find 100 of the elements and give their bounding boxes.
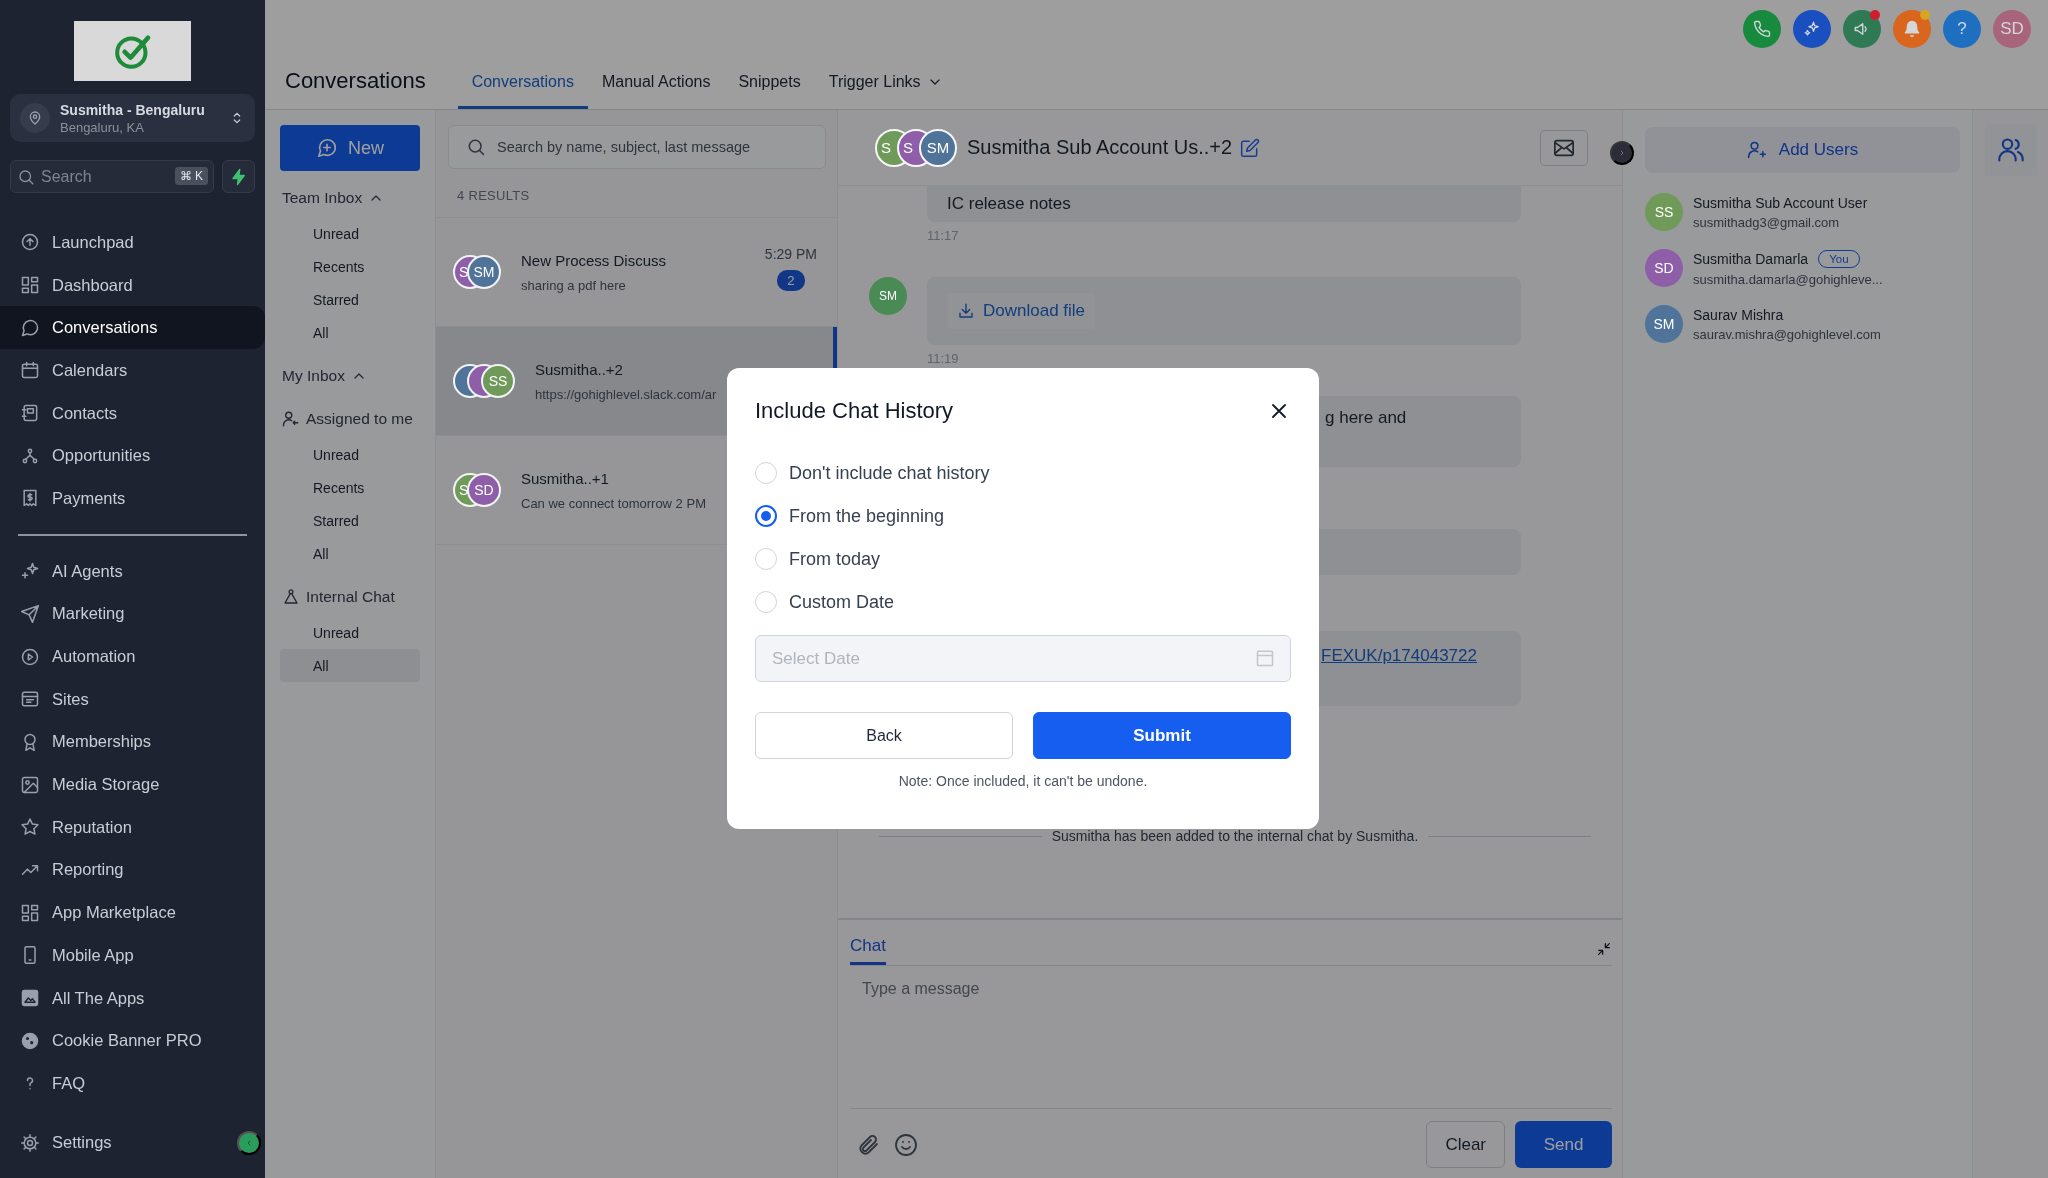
avatar: SS [481, 364, 515, 398]
grid-icon [20, 275, 40, 296]
clear-button[interactable]: Clear [1426, 1121, 1505, 1168]
image-icon [20, 774, 40, 795]
nav-item[interactable]: FAQ [0, 1062, 265, 1105]
send-button[interactable]: Send [1515, 1121, 1612, 1168]
phone-icon [1753, 20, 1771, 38]
nav-item[interactable]: Settings [0, 1121, 225, 1164]
inbox-filter[interactable]: All [280, 649, 420, 682]
nav-item[interactable]: Launchpad [0, 221, 265, 264]
shrink-arrows-icon [1596, 941, 1612, 957]
send-icon [20, 603, 40, 624]
users-icon [1996, 136, 2025, 164]
message-input[interactable]: Type a message [850, 966, 1612, 1109]
unread-count: 2 [777, 270, 805, 291]
nav-item[interactable]: All The Apps [0, 976, 265, 1020]
dialog-note: Note: Once included, it can't be undone. [897, 773, 1149, 789]
inbox-filter[interactable]: Starred [280, 504, 420, 537]
upload-circle-icon [20, 232, 40, 253]
section-header[interactable]: Assigned to me [280, 406, 415, 432]
star-icon [20, 817, 40, 838]
section-header[interactable]: Internal Chat [280, 584, 397, 610]
nav-item[interactable]: Contacts [0, 391, 265, 435]
cookie-icon [20, 1030, 40, 1051]
inbox-filter[interactable]: All [280, 316, 420, 349]
image-box-icon [20, 988, 40, 1009]
email-button[interactable] [1540, 129, 1588, 166]
message-bubble: IC release notes [927, 186, 1521, 222]
radio-option[interactable]: From today [755, 548, 1291, 570]
nav-item[interactable]: Reputation [0, 805, 265, 849]
tab[interactable]: Trigger Links [814, 58, 957, 109]
section-header[interactable]: Team Inbox [280, 185, 387, 211]
contact-book-icon [20, 403, 40, 424]
nav-item[interactable]: Payments [0, 477, 265, 520]
account-location: Bengaluru, KA [60, 119, 145, 135]
collapse-button[interactable] [237, 1131, 261, 1156]
inbox-filter[interactable]: Starred [280, 283, 420, 316]
edit-icon [1240, 137, 1261, 158]
play-circle-icon [20, 646, 40, 667]
collapse-button[interactable] [1596, 941, 1612, 957]
radio-button[interactable] [755, 505, 777, 527]
nav-item[interactable]: Reporting [0, 848, 265, 892]
nav-item[interactable]: Mobile App [0, 934, 265, 977]
smiley-icon [894, 1132, 918, 1157]
timestamp: 5:29 PM [764, 246, 817, 262]
nav-item[interactable]: Sites [0, 677, 265, 721]
sparkle-button[interactable] [1793, 10, 1831, 48]
avatar: SD [1645, 249, 1683, 287]
settings-icon [20, 1132, 40, 1153]
message-link[interactable]: FEXUK/p174043722 [1321, 646, 1477, 666]
account-name: Susmitha - Bengaluru [60, 101, 206, 118]
inbox-filter[interactable]: Recents [280, 471, 420, 504]
system-message: Susmitha has been added to the internal chat by Susmitha. [1051, 828, 1419, 844]
submit-button[interactable]: Submit [1033, 712, 1291, 759]
search-icon [466, 137, 486, 157]
paperclip-icon [856, 1132, 880, 1157]
radio-option[interactable]: Custom Date [755, 591, 1291, 613]
tab[interactable]: Manual Actions [587, 58, 725, 109]
inbox-filter[interactable]: Unread [280, 438, 420, 471]
inbox-filter[interactable]: Unread [280, 616, 420, 649]
add-users-button[interactable]: Add Users [1645, 127, 1960, 173]
inbox-filter[interactable]: Recents [280, 250, 420, 283]
new-button[interactable]: New [280, 125, 420, 171]
expand-button[interactable] [1610, 141, 1634, 165]
nav-item[interactable]: App Marketplace [0, 891, 265, 934]
member-email: susmithadg3@gmail.com [1693, 214, 1841, 230]
conversation-name: Susmitha..+1 [521, 469, 609, 487]
phone-button[interactable] [1743, 10, 1781, 48]
conversation-name: Susmitha..+2 [535, 360, 623, 378]
back-button[interactable]: Back [755, 712, 1013, 759]
calendar-icon [20, 360, 40, 381]
search-icon [17, 168, 35, 186]
bolt-button[interactable] [222, 160, 255, 193]
download-link[interactable]: Download file [947, 293, 1096, 329]
inbox-filter[interactable]: Unread [280, 217, 420, 250]
inbox-filter[interactable]: All [280, 537, 420, 570]
nav-item[interactable]: Automation [0, 635, 265, 678]
nav-item[interactable]: AI Agents [0, 549, 265, 593]
member-name: Saurav Mishra [1693, 306, 1784, 323]
section-header[interactable]: My Inbox [280, 363, 369, 389]
nav-item[interactable]: Conversations [0, 306, 265, 350]
nav-item[interactable]: Marketing [0, 592, 265, 636]
help-button[interactable]: ? [1943, 10, 1981, 48]
nav-item[interactable]: Calendars [0, 349, 265, 392]
avatar: SM [467, 255, 501, 289]
tab[interactable]: Snippets [724, 58, 815, 109]
nav-item[interactable]: Dashboard [0, 263, 265, 307]
message-preview: https://gohighlevel.slack.com/ar [535, 386, 717, 402]
nav-item[interactable]: Cookie Banner PRO [0, 1019, 265, 1063]
user-arrow-icon [282, 410, 300, 428]
account-switcher[interactable]: Susmitha - Bengaluru Bengaluru, KA [10, 94, 255, 142]
avatar: SD [467, 473, 501, 507]
nav-item[interactable]: Media Storage [0, 763, 265, 806]
nav-item[interactable]: Memberships [0, 720, 265, 764]
tab[interactable]: Chat [850, 936, 886, 965]
message-preview: sharing a pdf here [521, 277, 626, 293]
bell-button[interactable] [1893, 10, 1931, 48]
users-button[interactable] [1984, 124, 2037, 176]
calendar-icon [1255, 648, 1275, 668]
nav-item[interactable]: Opportunities [0, 434, 265, 478]
